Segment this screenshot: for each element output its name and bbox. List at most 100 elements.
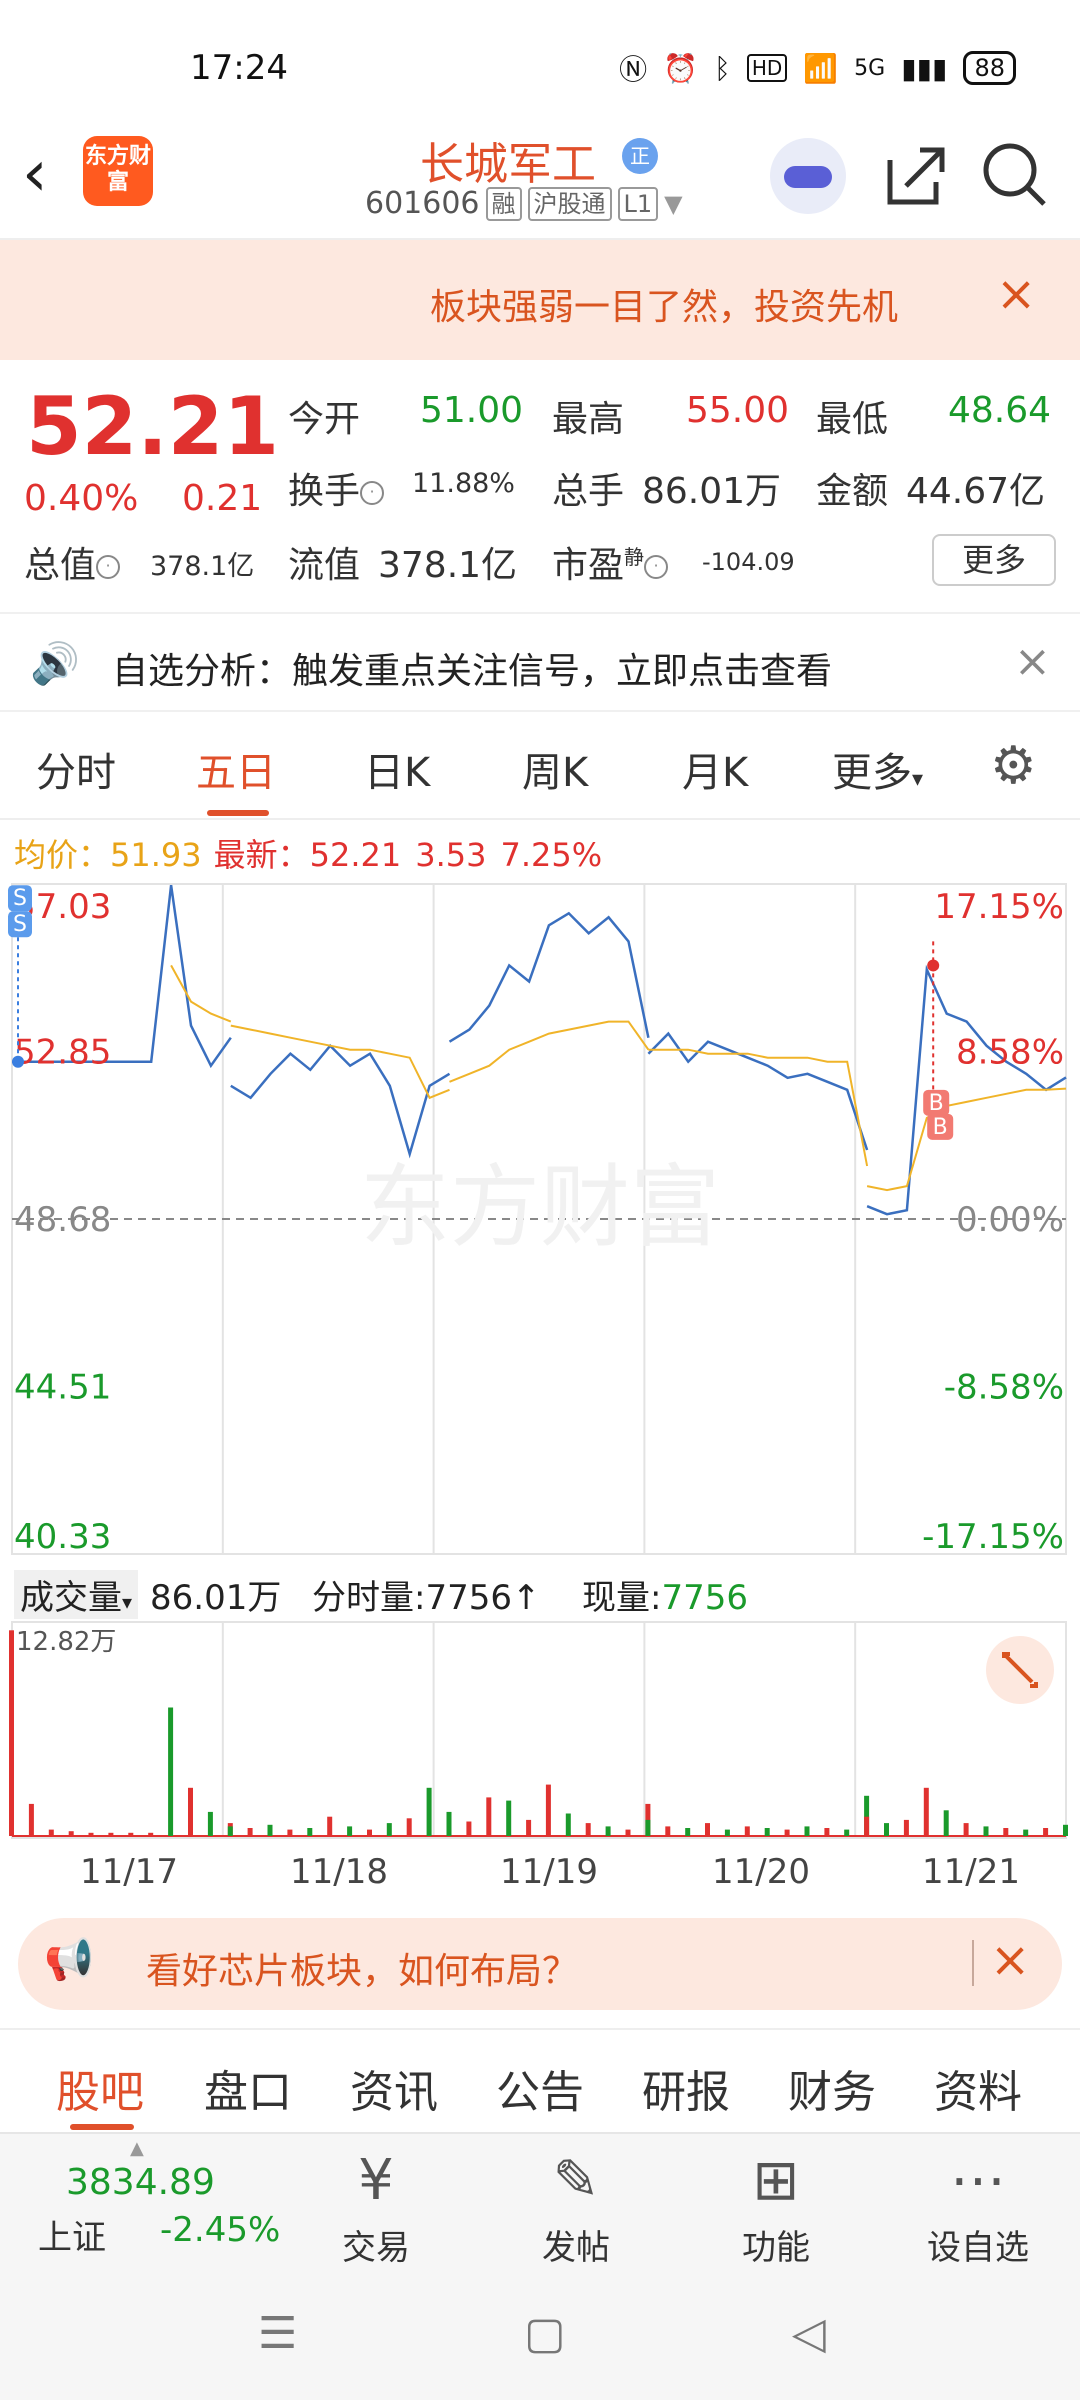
badge-icon: 正: [622, 138, 658, 174]
volume-bar: [68, 1831, 74, 1836]
close-icon[interactable]: ×: [990, 1932, 1030, 1988]
volume-bar: [764, 1828, 770, 1836]
y-axis-label-right: 0.00%: [956, 1200, 1064, 1240]
bluetooth-icon: ᛒ: [714, 51, 731, 85]
assistant-robot-icon[interactable]: [770, 138, 846, 214]
post-button[interactable]: ✎ 发帖: [506, 2146, 646, 2269]
more-button[interactable]: 更多: [932, 534, 1056, 586]
volume-bar: [565, 1813, 571, 1836]
tab-forum[interactable]: 股吧: [56, 2056, 144, 2120]
close-icon[interactable]: ×: [1014, 636, 1051, 687]
home-square-icon[interactable]: ▢: [524, 2308, 566, 2359]
tab-announcements[interactable]: 公告: [496, 2056, 584, 2120]
mktcap-value: 378.1亿: [150, 551, 255, 582]
tab-profile[interactable]: 资料: [934, 2056, 1022, 2120]
close-icon[interactable]: ×: [996, 266, 1036, 322]
bottom-toolbar: ▲ 3834.89 上证 -2.45% ¥ 交易 ✎ 发帖 ⊞ 功能 ⋯ 设自选: [0, 2132, 1080, 2272]
volume-bar: [28, 1803, 34, 1836]
high-value: 55.00: [686, 390, 790, 431]
tab-news[interactable]: 资讯: [350, 2056, 438, 2120]
volume-bar: [227, 1826, 233, 1836]
sell-marker-label: S: [13, 886, 27, 911]
volume-bar: [446, 1811, 452, 1836]
volume-bar: [824, 1828, 830, 1836]
dropdown-triangle-icon: ▾: [122, 1590, 133, 1614]
back-arrow-icon[interactable]: ‹: [22, 142, 82, 212]
analysis-bar[interactable]: 🔊 自选分析：触发重点关注信号，立即点击查看 ×: [0, 612, 1080, 712]
sell-marker-dot: [12, 1055, 24, 1068]
info-icon[interactable]: ·: [360, 481, 385, 505]
tab-monthly-k[interactable]: 月K: [682, 740, 748, 798]
average-line: [230, 1024, 450, 1100]
date-axis: 11/17 11/18 11/19 11/20 11/21: [0, 1846, 1080, 1896]
app-logo[interactable]: 东方财富: [83, 136, 153, 206]
stock-code: 601606: [365, 186, 480, 221]
volume-bar: [148, 1832, 154, 1836]
chart-tabs: 分时 五日 日K 周K 月K 更多▾ ⚙: [0, 716, 1080, 820]
stock-subtitle[interactable]: 601606 融 沪股通 L1 ▼: [365, 186, 683, 221]
y-axis-label-left: 40.33: [14, 1517, 111, 1557]
megaphone-icon: 📢: [44, 1937, 94, 1983]
volume-bar: [307, 1828, 313, 1836]
alarm-icon: ⏰: [663, 51, 699, 85]
search-icon[interactable]: [980, 138, 1050, 208]
nfc-icon: Ⓝ: [619, 53, 648, 86]
volume-bar: [367, 1829, 372, 1836]
volume-bar: [1063, 1824, 1068, 1836]
watermark: 东方财富: [360, 1155, 720, 1260]
volume-bar: [406, 1818, 412, 1836]
minute-volume: 分时量:7756↑: [312, 1578, 541, 1618]
volume-bar: [903, 1819, 909, 1836]
tab-daily-k[interactable]: 日K: [364, 740, 430, 798]
mktcap-label: 总值 ·: [24, 536, 121, 588]
functions-button[interactable]: ⊞ 功能: [706, 2146, 846, 2269]
volume-chart[interactable]: 12.82万: [0, 1620, 1080, 1840]
chip-banner[interactable]: 📢 看好芯片板块，如何布局？ ×: [18, 1918, 1062, 2010]
tab-research[interactable]: 研报: [642, 2056, 730, 2120]
volume-bar: [923, 1787, 929, 1836]
y-axis-label-left: 52.85: [14, 1033, 111, 1073]
volume-bar: [864, 1816, 870, 1836]
share-icon[interactable]: [880, 140, 950, 210]
volume-bar: [1023, 1829, 1029, 1836]
add-watchlist-button[interactable]: ⋯ 设自选: [908, 2146, 1048, 2269]
tab-order-book[interactable]: 盘口: [204, 2056, 292, 2120]
avg-value: 51.93: [110, 836, 202, 874]
volume-bar: [108, 1832, 114, 1836]
chart-trade-markers[interactable]: SS BB: [8, 885, 954, 1140]
volume-selector[interactable]: 成交量▾: [14, 1570, 139, 1619]
info-icon[interactable]: ·: [96, 555, 121, 579]
index-change: -2.45%: [160, 2210, 281, 2250]
tab-active-underline: [207, 810, 269, 816]
functions-label: 功能: [742, 2228, 810, 2268]
index-value: 3834.89: [66, 2162, 215, 2203]
volume-bars: [9, 1630, 1068, 1836]
volume-bar: [168, 1707, 174, 1836]
promo-banner[interactable]: 板块强弱一目了然，投资先机 ×: [0, 240, 1080, 360]
status-icons: Ⓝ ⏰ ᛒ HD 📶 5G ▮▮▮ 88: [619, 48, 1016, 88]
y-axis-label-left: 44.51: [14, 1368, 111, 1408]
five-day-price-chart[interactable]: 东方财富 57.03 17.15%52.85 8.58%48.68 0.00%44.5…: [0, 878, 1080, 1558]
avg-label: 均价：: [14, 836, 111, 874]
volume-label: 总手: [552, 471, 625, 512]
menu-icon[interactable]: ☰: [258, 2308, 297, 2359]
average-line: [866, 1087, 1067, 1192]
expand-icon[interactable]: [986, 1636, 1054, 1704]
float-value: 378.1亿: [378, 545, 518, 586]
gear-icon[interactable]: ⚙: [990, 736, 1037, 796]
tab-more[interactable]: 更多▾: [832, 740, 923, 798]
tab-weekly-k[interactable]: 周K: [522, 740, 588, 798]
average-line: [449, 1020, 650, 1083]
trade-label: 交易: [342, 2228, 410, 2268]
volume-bar: [526, 1819, 532, 1836]
average-line: [648, 1048, 869, 1167]
system-nav-bar: ☰ ▢ ◁: [0, 2272, 1080, 2400]
volume-bar: [884, 1823, 889, 1836]
tab-five-day[interactable]: 五日: [196, 740, 276, 798]
tab-minute[interactable]: 分时: [36, 740, 116, 798]
info-icon[interactable]: ·: [644, 555, 669, 579]
tab-finance[interactable]: 财务: [788, 2056, 876, 2120]
float-label: 流值: [288, 545, 361, 586]
back-triangle-icon[interactable]: ◁: [792, 2308, 826, 2359]
trade-button[interactable]: ¥ 交易: [306, 2146, 446, 2269]
